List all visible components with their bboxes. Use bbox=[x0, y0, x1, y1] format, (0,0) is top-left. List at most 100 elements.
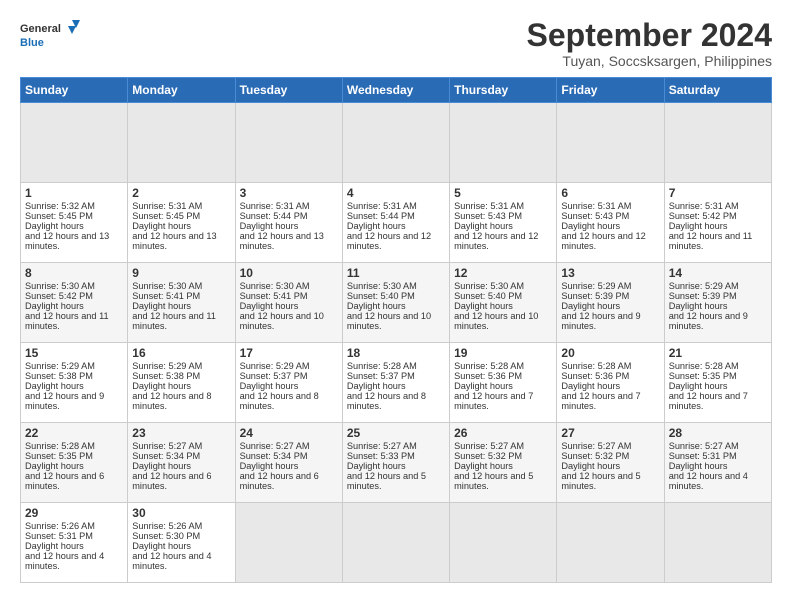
daylight-value: and 12 hours and 4 minutes. bbox=[132, 551, 211, 571]
sunrise: Sunrise: 5:28 AM bbox=[25, 441, 95, 451]
sunset: Sunset: 5:35 PM bbox=[25, 451, 93, 461]
col-saturday: Saturday bbox=[664, 78, 771, 103]
sunset: Sunset: 5:37 PM bbox=[347, 371, 415, 381]
daylight-label: Daylight hours bbox=[132, 541, 191, 551]
daylight-label: Daylight hours bbox=[132, 221, 191, 231]
table-row bbox=[342, 103, 449, 183]
sunrise: Sunrise: 5:28 AM bbox=[561, 361, 631, 371]
calendar-week-row bbox=[21, 103, 772, 183]
day-number: 1 bbox=[25, 186, 123, 200]
daylight-label: Daylight hours bbox=[240, 461, 299, 471]
daylight-value: and 12 hours and 5 minutes. bbox=[561, 471, 640, 491]
daylight-label: Daylight hours bbox=[132, 301, 191, 311]
sunset: Sunset: 5:42 PM bbox=[25, 291, 93, 301]
day-number: 12 bbox=[454, 266, 552, 280]
day-number: 8 bbox=[25, 266, 123, 280]
daylight-value: and 12 hours and 10 minutes. bbox=[240, 311, 324, 331]
sunset: Sunset: 5:44 PM bbox=[240, 211, 308, 221]
daylight-label: Daylight hours bbox=[240, 221, 299, 231]
sunset: Sunset: 5:30 PM bbox=[132, 531, 200, 541]
table-row: 2Sunrise: 5:31 AMSunset: 5:45 PMDaylight… bbox=[128, 183, 235, 263]
day-number: 26 bbox=[454, 426, 552, 440]
table-row: 9Sunrise: 5:30 AMSunset: 5:41 PMDaylight… bbox=[128, 263, 235, 343]
sunrise: Sunrise: 5:30 AM bbox=[132, 281, 202, 291]
day-number: 27 bbox=[561, 426, 659, 440]
daylight-label: Daylight hours bbox=[669, 221, 728, 231]
sunrise: Sunrise: 5:27 AM bbox=[454, 441, 524, 451]
daylight-value: and 12 hours and 12 minutes. bbox=[454, 231, 538, 251]
day-number: 5 bbox=[454, 186, 552, 200]
table-row: 10Sunrise: 5:30 AMSunset: 5:41 PMDayligh… bbox=[235, 263, 342, 343]
day-number: 6 bbox=[561, 186, 659, 200]
daylight-label: Daylight hours bbox=[669, 381, 728, 391]
day-number: 30 bbox=[132, 506, 230, 520]
sunrise: Sunrise: 5:26 AM bbox=[132, 521, 202, 531]
day-number: 4 bbox=[347, 186, 445, 200]
col-monday: Monday bbox=[128, 78, 235, 103]
daylight-value: and 12 hours and 9 minutes. bbox=[25, 391, 104, 411]
table-row: 14Sunrise: 5:29 AMSunset: 5:39 PMDayligh… bbox=[664, 263, 771, 343]
day-number: 18 bbox=[347, 346, 445, 360]
sunset: Sunset: 5:38 PM bbox=[25, 371, 93, 381]
day-number: 19 bbox=[454, 346, 552, 360]
sunrise: Sunrise: 5:30 AM bbox=[25, 281, 95, 291]
daylight-label: Daylight hours bbox=[347, 381, 406, 391]
daylight-value: and 12 hours and 8 minutes. bbox=[240, 391, 319, 411]
daylight-label: Daylight hours bbox=[240, 381, 299, 391]
table-row: 19Sunrise: 5:28 AMSunset: 5:36 PMDayligh… bbox=[450, 343, 557, 423]
sunrise: Sunrise: 5:30 AM bbox=[347, 281, 417, 291]
table-row: 6Sunrise: 5:31 AMSunset: 5:43 PMDaylight… bbox=[557, 183, 664, 263]
table-row bbox=[664, 103, 771, 183]
daylight-label: Daylight hours bbox=[454, 221, 513, 231]
col-wednesday: Wednesday bbox=[342, 78, 449, 103]
table-row: 4Sunrise: 5:31 AMSunset: 5:44 PMDaylight… bbox=[342, 183, 449, 263]
daylight-label: Daylight hours bbox=[25, 381, 84, 391]
daylight-label: Daylight hours bbox=[561, 461, 620, 471]
sunset: Sunset: 5:31 PM bbox=[669, 451, 737, 461]
sunset: Sunset: 5:41 PM bbox=[240, 291, 308, 301]
svg-text:General: General bbox=[20, 23, 61, 35]
sunset: Sunset: 5:42 PM bbox=[669, 211, 737, 221]
day-number: 24 bbox=[240, 426, 338, 440]
table-row: 29Sunrise: 5:26 AMSunset: 5:31 PMDayligh… bbox=[21, 503, 128, 583]
sunrise: Sunrise: 5:29 AM bbox=[669, 281, 739, 291]
sunset: Sunset: 5:34 PM bbox=[132, 451, 200, 461]
daylight-label: Daylight hours bbox=[25, 301, 84, 311]
sunrise: Sunrise: 5:28 AM bbox=[347, 361, 417, 371]
calendar-week-row: 15Sunrise: 5:29 AMSunset: 5:38 PMDayligh… bbox=[21, 343, 772, 423]
sunrise: Sunrise: 5:26 AM bbox=[25, 521, 95, 531]
sunset: Sunset: 5:32 PM bbox=[561, 451, 629, 461]
sunrise: Sunrise: 5:32 AM bbox=[25, 201, 95, 211]
sunrise: Sunrise: 5:27 AM bbox=[669, 441, 739, 451]
table-row: 21Sunrise: 5:28 AMSunset: 5:35 PMDayligh… bbox=[664, 343, 771, 423]
sunset: Sunset: 5:36 PM bbox=[454, 371, 522, 381]
daylight-label: Daylight hours bbox=[669, 461, 728, 471]
table-row: 17Sunrise: 5:29 AMSunset: 5:37 PMDayligh… bbox=[235, 343, 342, 423]
day-number: 11 bbox=[347, 266, 445, 280]
table-row: 28Sunrise: 5:27 AMSunset: 5:31 PMDayligh… bbox=[664, 423, 771, 503]
col-thursday: Thursday bbox=[450, 78, 557, 103]
sunset: Sunset: 5:32 PM bbox=[454, 451, 522, 461]
calendar-week-row: 29Sunrise: 5:26 AMSunset: 5:31 PMDayligh… bbox=[21, 503, 772, 583]
sunrise: Sunrise: 5:27 AM bbox=[347, 441, 417, 451]
daylight-value: and 12 hours and 8 minutes. bbox=[347, 391, 426, 411]
table-row: 11Sunrise: 5:30 AMSunset: 5:40 PMDayligh… bbox=[342, 263, 449, 343]
table-row: 7Sunrise: 5:31 AMSunset: 5:42 PMDaylight… bbox=[664, 183, 771, 263]
daylight-value: and 12 hours and 10 minutes. bbox=[347, 311, 431, 331]
table-row: 26Sunrise: 5:27 AMSunset: 5:32 PMDayligh… bbox=[450, 423, 557, 503]
title-area: September 2024 Tuyan, Soccsksargen, Phil… bbox=[527, 18, 772, 69]
daylight-value: and 12 hours and 4 minutes. bbox=[669, 471, 748, 491]
table-row: 18Sunrise: 5:28 AMSunset: 5:37 PMDayligh… bbox=[342, 343, 449, 423]
header-row: Sunday Monday Tuesday Wednesday Thursday… bbox=[21, 78, 772, 103]
table-row bbox=[450, 503, 557, 583]
daylight-value: and 12 hours and 12 minutes. bbox=[347, 231, 431, 251]
sunset: Sunset: 5:37 PM bbox=[240, 371, 308, 381]
sunrise: Sunrise: 5:31 AM bbox=[240, 201, 310, 211]
calendar-page: General Blue September 2024 Tuyan, Soccs… bbox=[0, 0, 792, 593]
sunset: Sunset: 5:41 PM bbox=[132, 291, 200, 301]
daylight-label: Daylight hours bbox=[25, 461, 84, 471]
daylight-value: and 12 hours and 13 minutes. bbox=[132, 231, 216, 251]
daylight-label: Daylight hours bbox=[561, 221, 620, 231]
day-number: 2 bbox=[132, 186, 230, 200]
daylight-value: and 12 hours and 12 minutes. bbox=[561, 231, 645, 251]
